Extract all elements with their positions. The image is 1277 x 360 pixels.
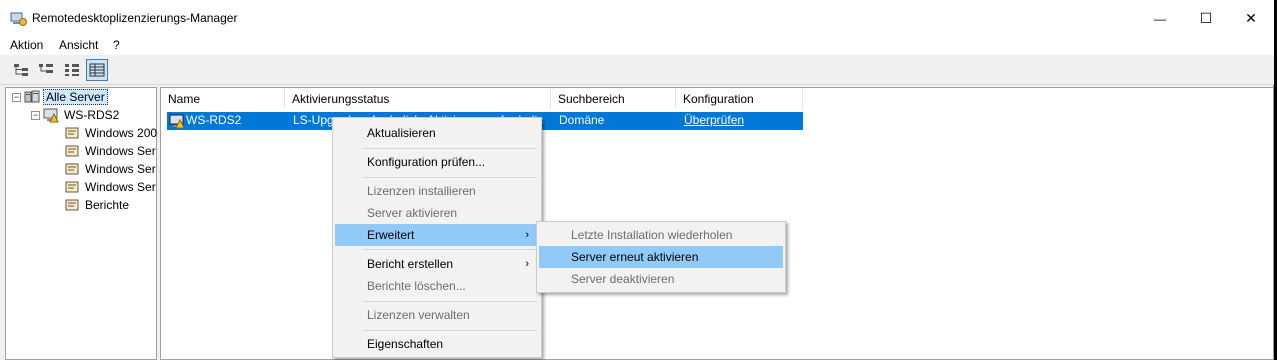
- menu-item-create-report-label: Bericht erstellen: [367, 257, 454, 271]
- tree-node-child[interactable]: Windows Ser: [64, 178, 158, 196]
- servers-icon: [24, 89, 40, 105]
- close-icon: ✕: [1245, 10, 1257, 26]
- menu-item-advanced[interactable]: Erweitert ›: [335, 224, 539, 246]
- menu-item-repeat-last-install: Letzte Installation wiederholen: [571, 228, 733, 242]
- app-window: Remotedesktoplizenzierungs-Manager — ☐ ✕…: [0, 0, 1274, 360]
- tree-label-child: Windows Ser: [85, 162, 156, 176]
- column-header-name[interactable]: Name: [161, 88, 285, 110]
- server-tree[interactable]: − Alle Server − WS-RDS2 Windows 200 Wind…: [5, 87, 157, 360]
- menu-item-install-licenses: Lizenzen installieren: [367, 184, 476, 198]
- expand-view-icon: [39, 64, 53, 73]
- menu-item-create-report[interactable]: Bericht erstellen ›: [335, 253, 539, 275]
- tree-node-child[interactable]: Windows Ser: [64, 160, 158, 178]
- menu-separator: [363, 301, 537, 302]
- menu-aktion[interactable]: Aktion: [10, 38, 43, 52]
- menu-item-advanced-label: Erweitert: [367, 228, 415, 242]
- menu-item-refresh[interactable]: Aktualisieren: [335, 122, 539, 144]
- license-pack-icon: [64, 143, 80, 159]
- submenu-arrow-icon: ›: [525, 258, 529, 270]
- license-pack-icon: [64, 125, 80, 141]
- details-view-button[interactable]: [61, 59, 83, 81]
- tree-view-icon: [14, 64, 28, 76]
- collapse-toggle-icon[interactable]: −: [12, 92, 21, 102]
- tree-label-all-servers: Alle Server: [43, 89, 108, 105]
- menu-item-activate-server: Server aktivieren: [367, 206, 458, 220]
- minimize-icon: —: [1154, 11, 1166, 26]
- details-view-icon: [65, 64, 79, 76]
- tree-label-child: Windows 200: [85, 126, 158, 140]
- menu-item-check-configuration[interactable]: Konfiguration prüfen...: [335, 151, 539, 173]
- context-menu: Aktualisieren Konfiguration prüfen... Li…: [332, 117, 542, 358]
- reports-icon: [64, 197, 80, 213]
- maximize-button[interactable]: ☐: [1183, 0, 1229, 37]
- menu-separator: [363, 177, 537, 178]
- license-pack-icon: [64, 179, 80, 195]
- license-pack-icon: [64, 161, 80, 177]
- menu-item-deactivate-server: Server deaktivieren: [571, 272, 675, 286]
- menu-separator: [363, 330, 537, 331]
- menu-item-reactivate-server[interactable]: Server erneut aktivieren: [539, 246, 783, 268]
- close-button[interactable]: ✕: [1228, 0, 1274, 37]
- menu-separator: [363, 148, 537, 149]
- tree-label-child: Windows Ser: [85, 144, 156, 158]
- tree-view-button[interactable]: [10, 59, 32, 81]
- tree-label-ws-rds2: WS-RDS2: [64, 108, 120, 122]
- tree-node-all-servers[interactable]: − Alle Server: [12, 88, 108, 106]
- column-header-configuration[interactable]: Konfiguration: [676, 88, 803, 110]
- column-header-activation-status[interactable]: Aktivierungsstatus: [285, 88, 551, 110]
- tree-label-child: Windows Ser: [85, 180, 156, 194]
- list-view-icon: [89, 63, 105, 77]
- tree-node-reports[interactable]: Berichte: [64, 196, 131, 214]
- maximize-icon: ☐: [1199, 10, 1213, 26]
- menu-separator: [363, 249, 537, 250]
- menu-item-manage-licenses: Lizenzen verwalten: [367, 308, 470, 322]
- toolbar: [0, 55, 1274, 85]
- tree-node-ws-rds2[interactable]: − WS-RDS2: [31, 106, 121, 124]
- minimize-button[interactable]: —: [1137, 0, 1183, 37]
- menu-item-delete-reports: Berichte löschen...: [367, 279, 466, 293]
- column-header-scope[interactable]: Suchbereich: [551, 88, 676, 110]
- cell-scope: Domäne: [559, 113, 605, 127]
- menu-bar: Aktion Ansicht ?: [0, 37, 1274, 55]
- collapse-toggle-icon[interactable]: −: [31, 110, 40, 120]
- list-view-button[interactable]: [86, 59, 108, 81]
- menu-ansicht[interactable]: Ansicht: [59, 38, 98, 52]
- submenu-arrow-icon: ›: [525, 229, 529, 241]
- tree-node-child[interactable]: Windows Ser: [64, 142, 158, 160]
- check-config-link[interactable]: Überprüfen: [684, 113, 794, 127]
- server-warning-icon: [169, 113, 185, 129]
- expand-view-button[interactable]: [35, 59, 57, 81]
- title-bar[interactable]: Remotedesktoplizenzierungs-Manager — ☐ ✕: [0, 0, 1274, 37]
- advanced-submenu: Letzte Installation wiederholen Server e…: [536, 221, 786, 293]
- tree-label-reports: Berichte: [85, 198, 130, 212]
- window-title: Remotedesktoplizenzierungs-Manager: [32, 11, 238, 25]
- server-warning-icon: [43, 107, 59, 123]
- cell-name: WS-RDS2: [186, 113, 242, 127]
- menu-item-properties[interactable]: Eigenschaften: [335, 333, 539, 355]
- tree-node-child[interactable]: Windows 200: [64, 124, 159, 142]
- menu-help[interactable]: ?: [113, 38, 120, 52]
- license-manager-app-icon: [10, 11, 27, 27]
